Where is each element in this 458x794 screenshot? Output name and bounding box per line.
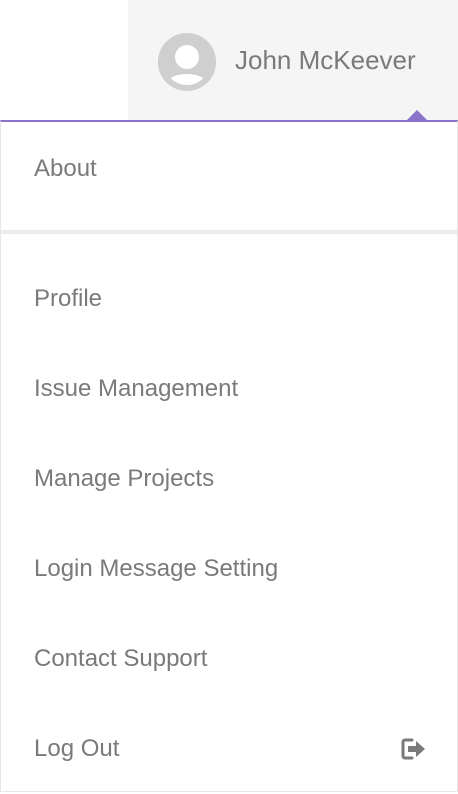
- user-dropdown-menu: About Profile Issue Management Manage Pr…: [0, 120, 458, 792]
- user-menu-page: John McKeever About Profile Issue Manage…: [0, 0, 458, 794]
- menu-divider: [1, 230, 457, 234]
- menu-item-about[interactable]: About: [1, 124, 457, 214]
- menu-item-profile[interactable]: Profile: [1, 254, 457, 344]
- menu-item-issue-management[interactable]: Issue Management: [1, 344, 457, 434]
- avatar: [158, 33, 216, 91]
- menu-item-manage-projects[interactable]: Manage Projects: [1, 434, 457, 524]
- dropdown-caret-icon: [407, 110, 427, 120]
- user-silhouette-icon: [158, 33, 216, 91]
- menu-item-contact-support[interactable]: Contact Support: [1, 614, 457, 704]
- menu-item-login-message-setting[interactable]: Login Message Setting: [1, 524, 457, 614]
- menu-item-label: About: [34, 155, 97, 182]
- menu-item-label: Log Out: [34, 735, 120, 762]
- menu-item-label: Manage Projects: [34, 465, 215, 492]
- menu-item-log-out[interactable]: Log Out: [1, 704, 457, 794]
- header-blank-area: [0, 0, 128, 120]
- menu-item-label: Contact Support: [34, 645, 208, 672]
- menu-item-label: Issue Management: [34, 375, 239, 402]
- user-menu-toggle[interactable]: John McKeever: [128, 0, 458, 120]
- user-name: John McKeever: [235, 45, 416, 75]
- menu-item-label: Login Message Setting: [34, 555, 279, 582]
- logout-icon: [401, 737, 427, 761]
- menu-item-label: Profile: [34, 285, 103, 312]
